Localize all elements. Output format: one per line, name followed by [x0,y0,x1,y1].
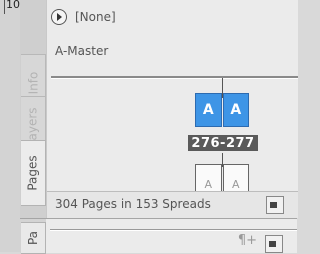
document-edge-strip: 10 [0,0,21,252]
ruler-number: 10 [6,0,20,11]
lower-panel-divider [50,229,297,231]
selected-spread[interactable]: A A [195,93,249,127]
pages-panel-content: [None] A-Master A A 276-277 A A 304 Page… [46,0,298,218]
next-spread[interactable]: A A [195,164,249,192]
page-thumbnail-left-2[interactable]: A [195,164,222,192]
lower-panel-new-button[interactable] [265,235,283,253]
lower-panel-content: ¶+ [46,219,297,253]
tab-pages[interactable]: Pages [21,140,46,206]
panel-menu-circle-icon[interactable] [51,9,67,25]
panel-tabs: Info ayers Pages [20,0,46,218]
page-thumbnail-left[interactable]: A [195,93,222,127]
tab-paragraph[interactable]: Pa [21,222,46,254]
masters-pages-divider[interactable] [51,76,298,79]
create-new-page-button[interactable] [266,196,284,214]
spread-page-range-label: 276-277 [188,135,258,151]
indesign-panel-screen: 10 Info ayers Pages [None] A-Master A A … [0,0,298,254]
page-count-status: 304 Pages in 153 Spreads [55,197,211,211]
page-thumbnail-right[interactable]: A [222,93,249,127]
page-thumbnail-right-2[interactable]: A [222,164,249,192]
ruler-tick [4,0,5,14]
lower-panel-group: Pa ¶+ [20,218,297,254]
pages-panel-group: Info ayers Pages [None] A-Master A A 276… [20,0,298,218]
none-master-label: [None] [75,10,116,24]
none-master-row[interactable]: [None] [51,8,116,26]
pilcrow-plus-icon: ¶+ [237,233,257,248]
a-master-item[interactable]: A-Master [55,44,108,58]
pages-status-bar: 304 Pages in 153 Spreads [47,191,298,218]
